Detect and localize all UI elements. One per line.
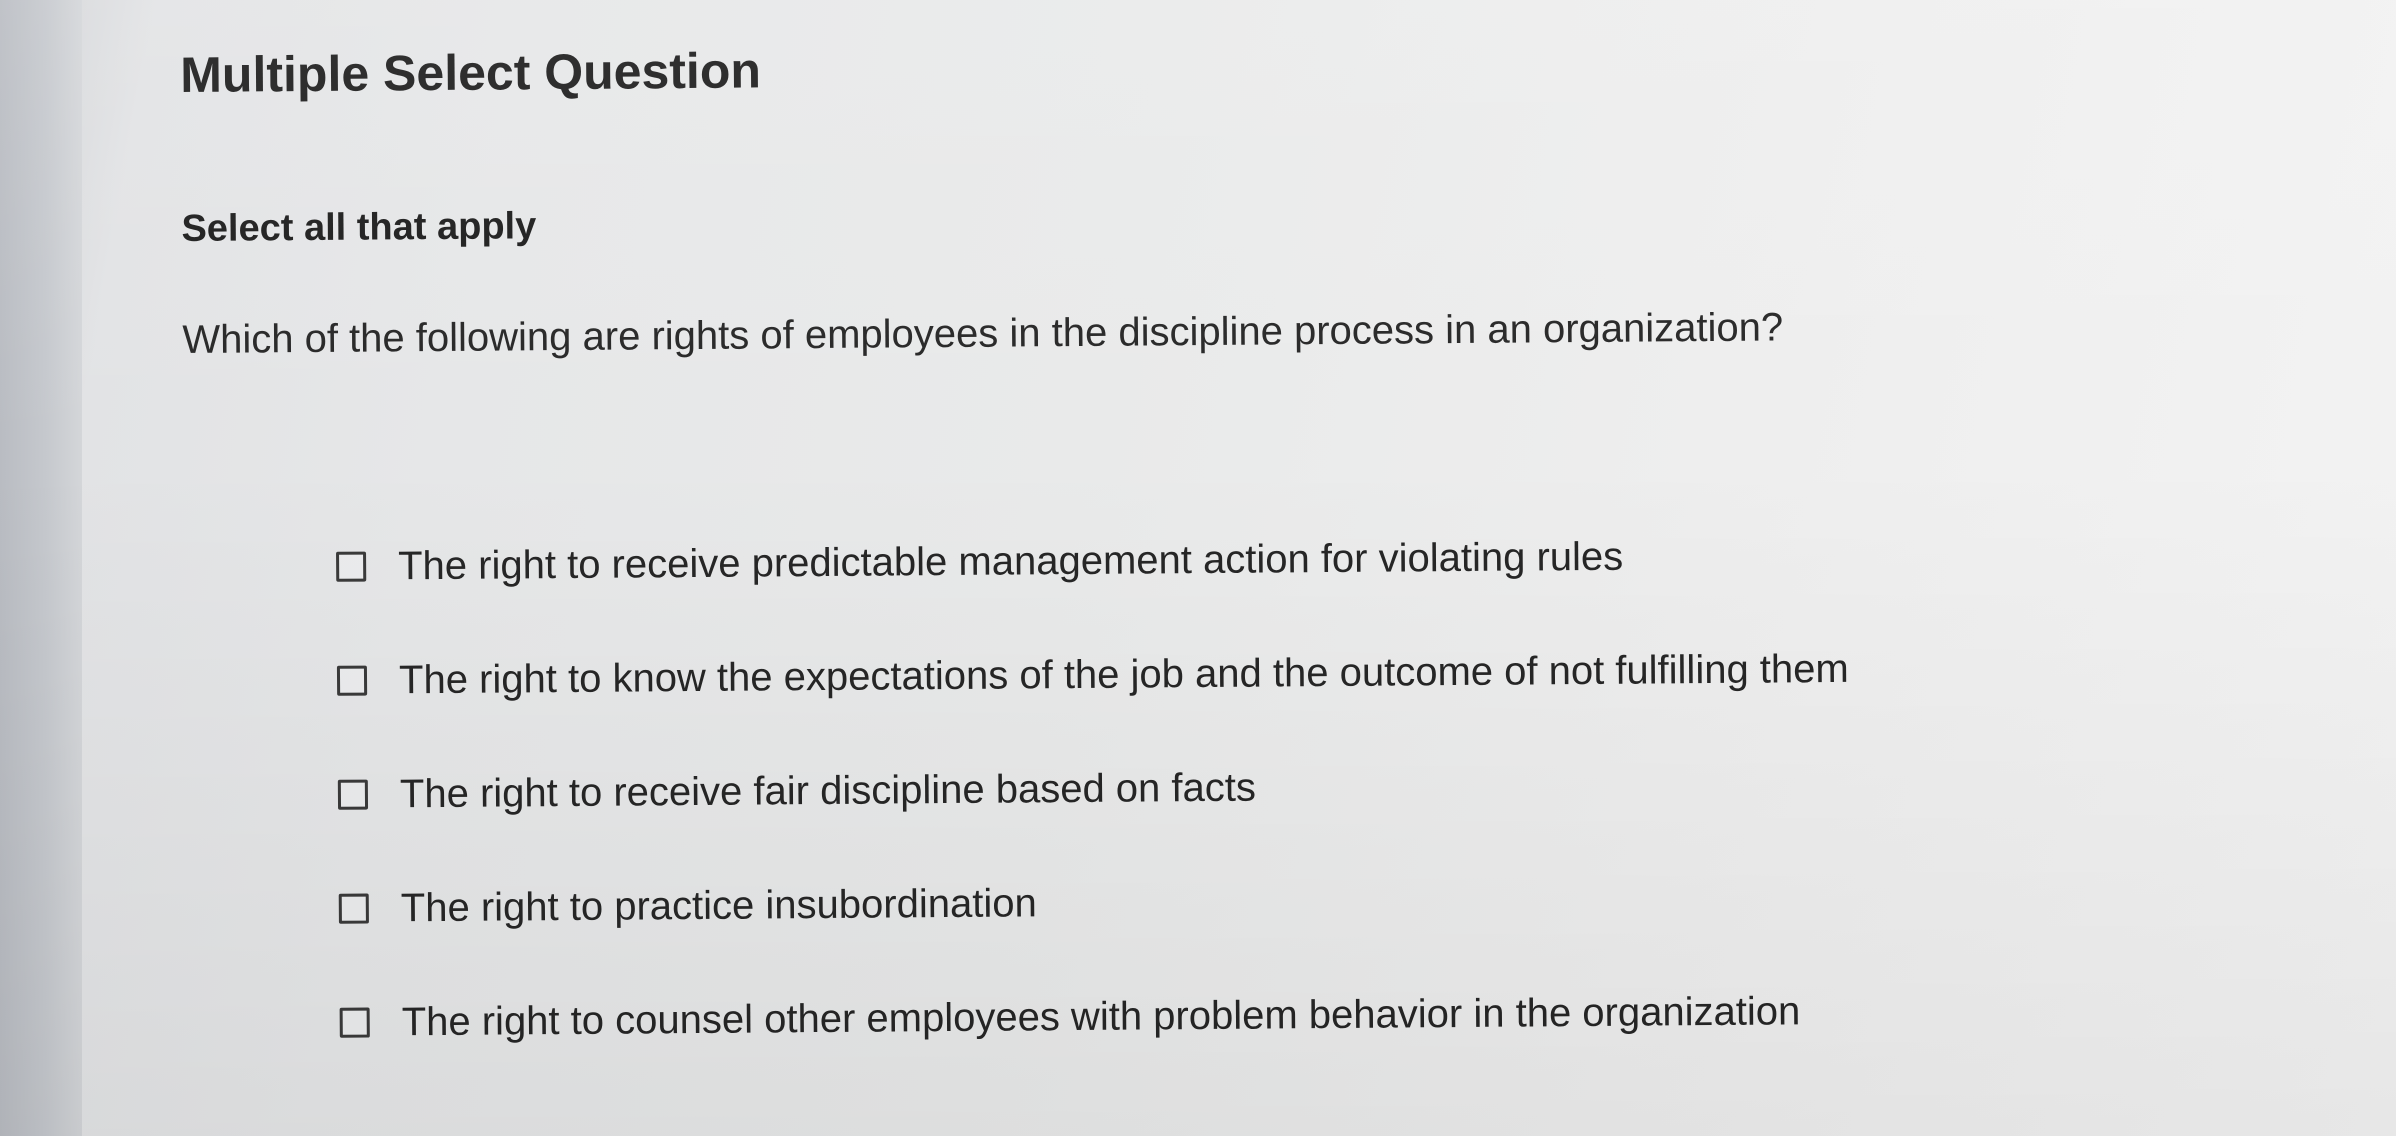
answer-option-2[interactable]: The right to know the expectations of th… [336, 635, 2335, 711]
question-prompt: Which of the following are rights of emp… [182, 305, 1784, 362]
answer-option-3[interactable]: The right to receive fair discipline bas… [337, 749, 2336, 825]
answer-option-label[interactable]: The right to receive predictable managem… [398, 527, 1624, 597]
answer-option-1[interactable]: The right to receive predictable managem… [336, 521, 2334, 597]
question-type-title: Multiple Select Question [180, 42, 762, 103]
answer-options-list: The right to receive predictable managem… [336, 521, 2338, 1053]
answer-option-4[interactable]: The right to practice insubordination [338, 863, 2337, 939]
question-instruction: Select all that apply [181, 205, 537, 250]
checkbox-option-4[interactable] [338, 893, 369, 924]
question-panel: Multiple Select Question Select all that… [180, 23, 2338, 1108]
answer-option-5[interactable]: The right to counsel other employees wit… [339, 977, 2337, 1053]
checkbox-option-5[interactable] [339, 1007, 370, 1038]
answer-option-label[interactable]: The right to know the expectations of th… [399, 639, 1849, 710]
answer-option-label[interactable]: The right to receive fair discipline bas… [400, 758, 1256, 825]
checkbox-option-3[interactable] [337, 779, 369, 810]
checkbox-option-1[interactable] [336, 551, 367, 582]
answer-option-label[interactable]: The right to counsel other employees wit… [401, 981, 1801, 1052]
checkbox-option-2[interactable] [336, 665, 368, 696]
screen-edge-shadow [0, 0, 82, 1136]
answer-option-label[interactable]: The right to practice insubordination [401, 873, 1037, 938]
